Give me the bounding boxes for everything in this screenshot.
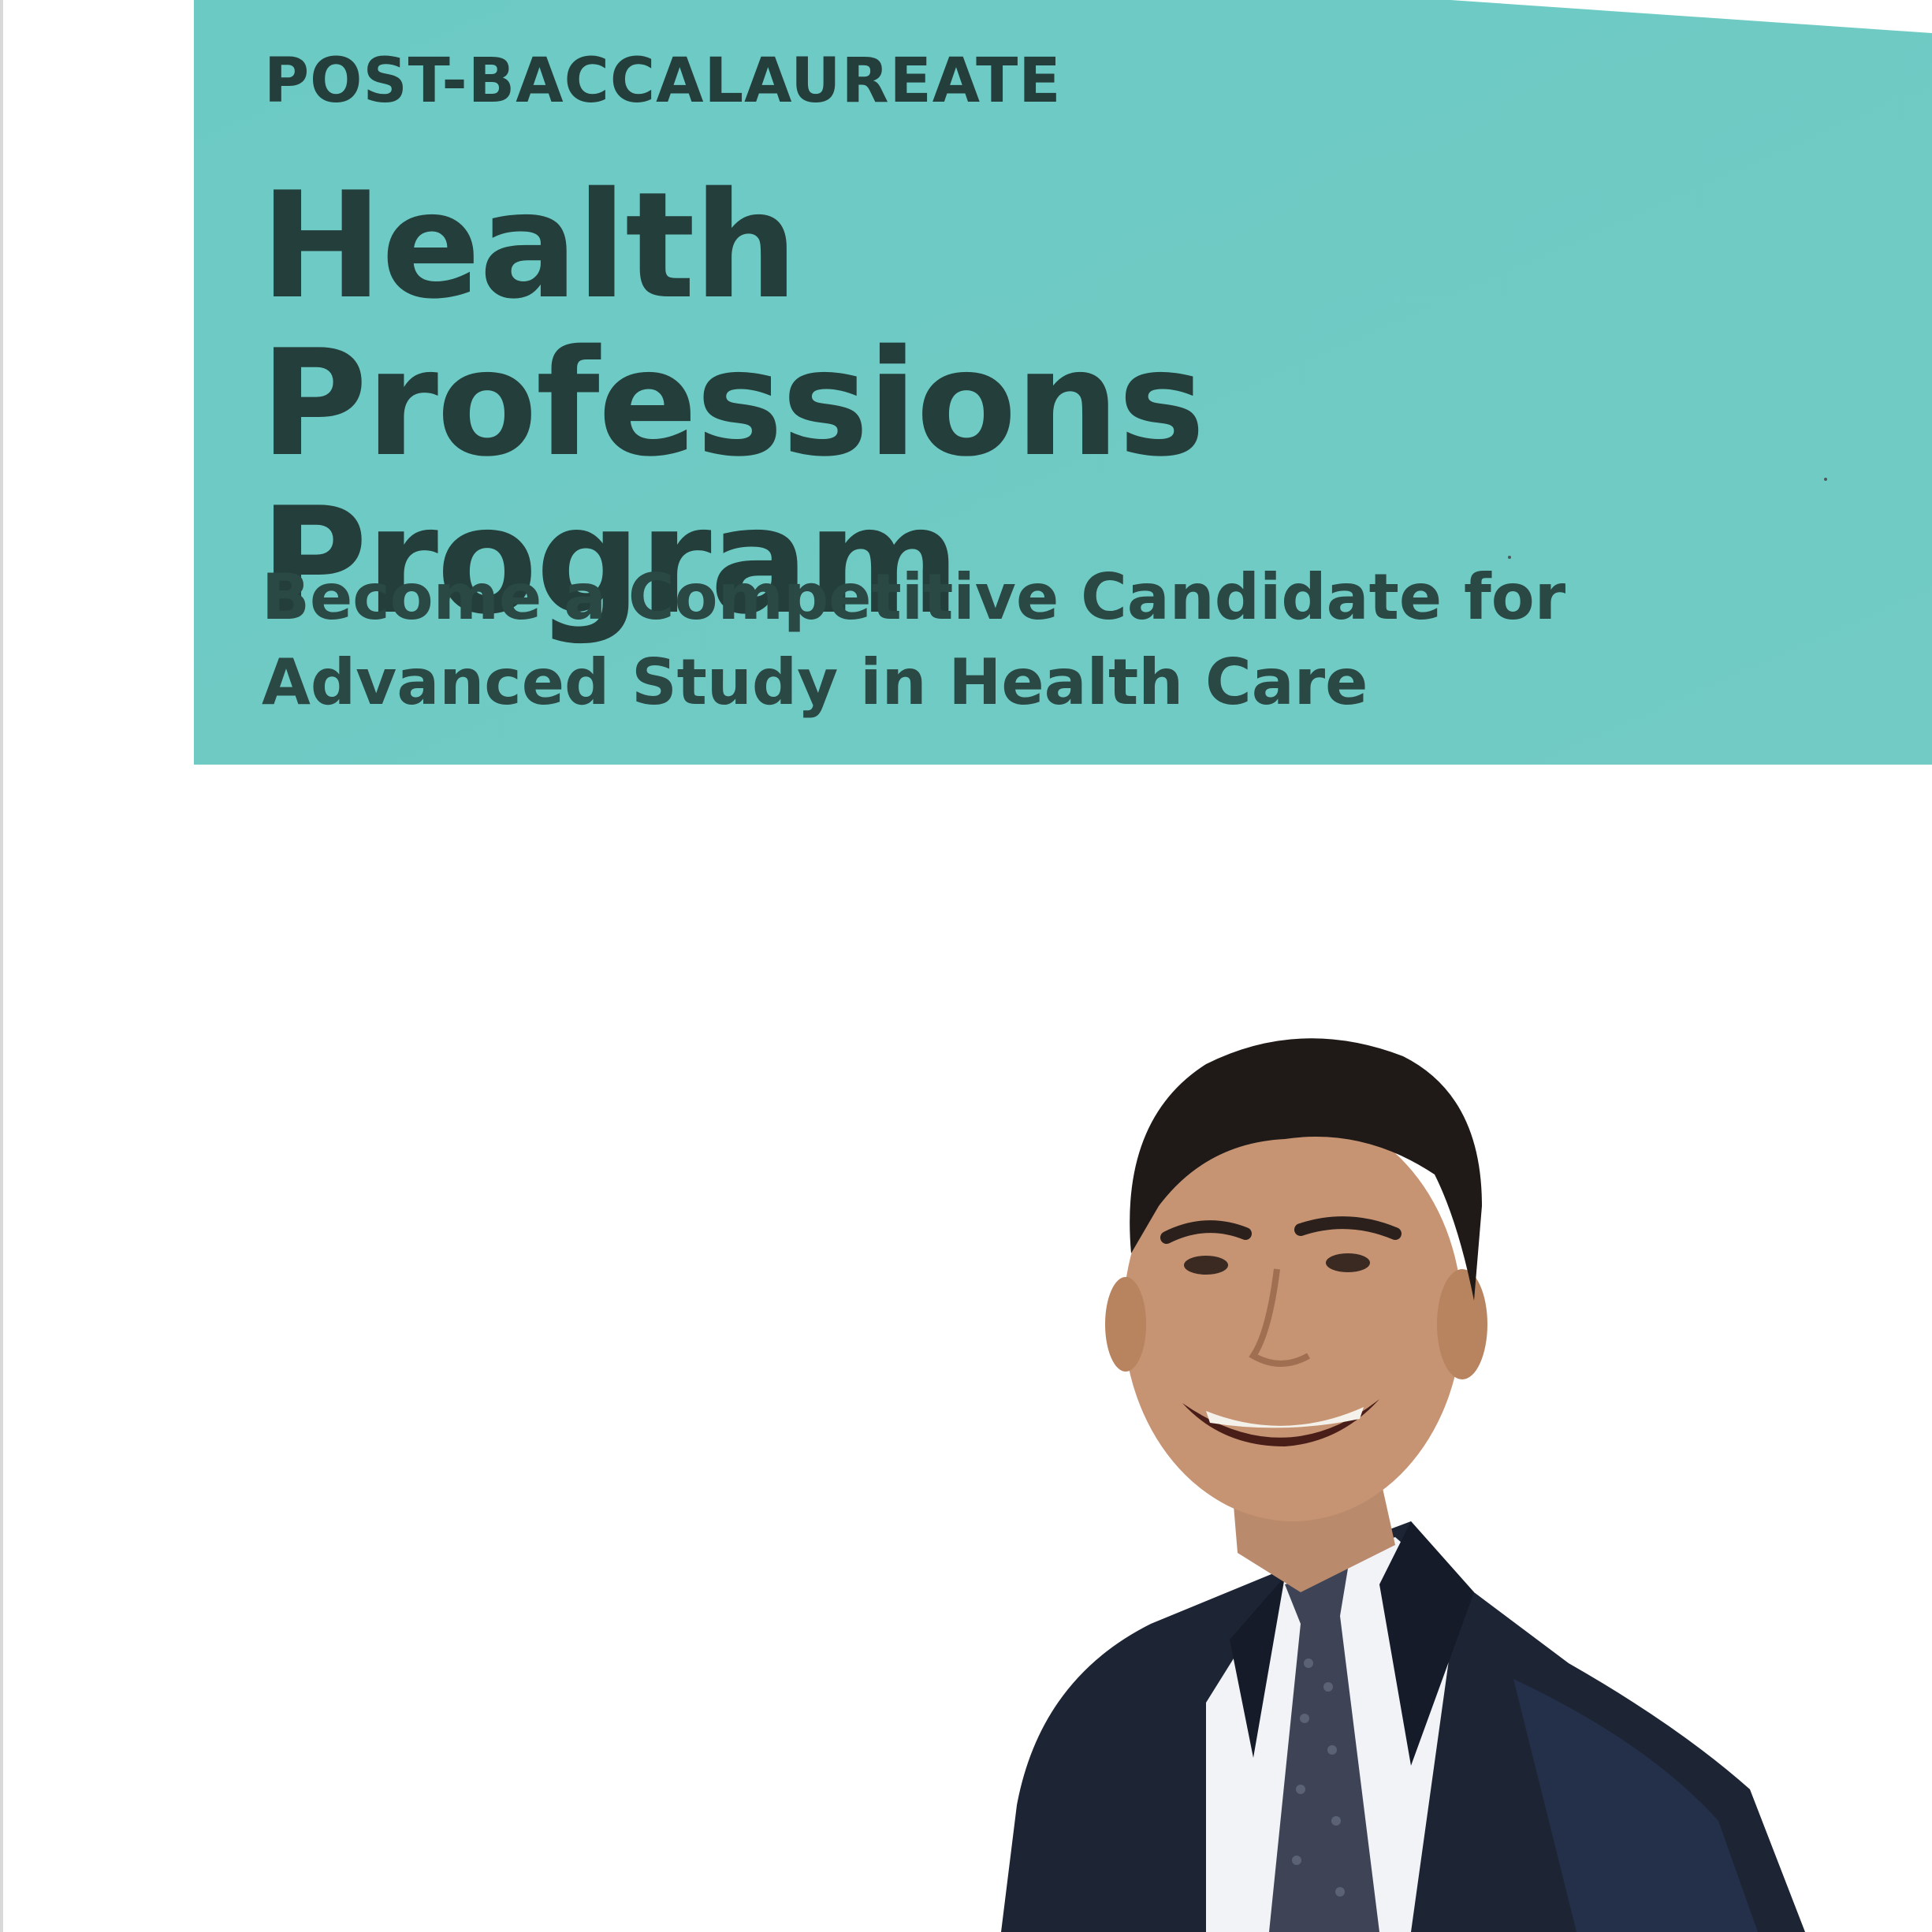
print-speck (1508, 556, 1511, 559)
title-line-1: Health Professions (260, 160, 1205, 489)
program-subtitle: Become a Competitive Candidate for Advan… (262, 555, 1681, 725)
brochure-page: POST-BACCALAUREATE Health Professions Pr… (0, 0, 1932, 1932)
student-photo (1001, 1038, 1805, 1932)
subtitle-line-1: Become a Competitive Candidate for (262, 560, 1566, 634)
print-speck (1824, 478, 1827, 481)
header-banner: POST-BACCALAUREATE Health Professions Pr… (0, 0, 1932, 765)
subtitle-line-2: Advanced Study in Health Care (262, 646, 1368, 719)
program-eyebrow: POST-BACCALAUREATE (264, 46, 1062, 117)
